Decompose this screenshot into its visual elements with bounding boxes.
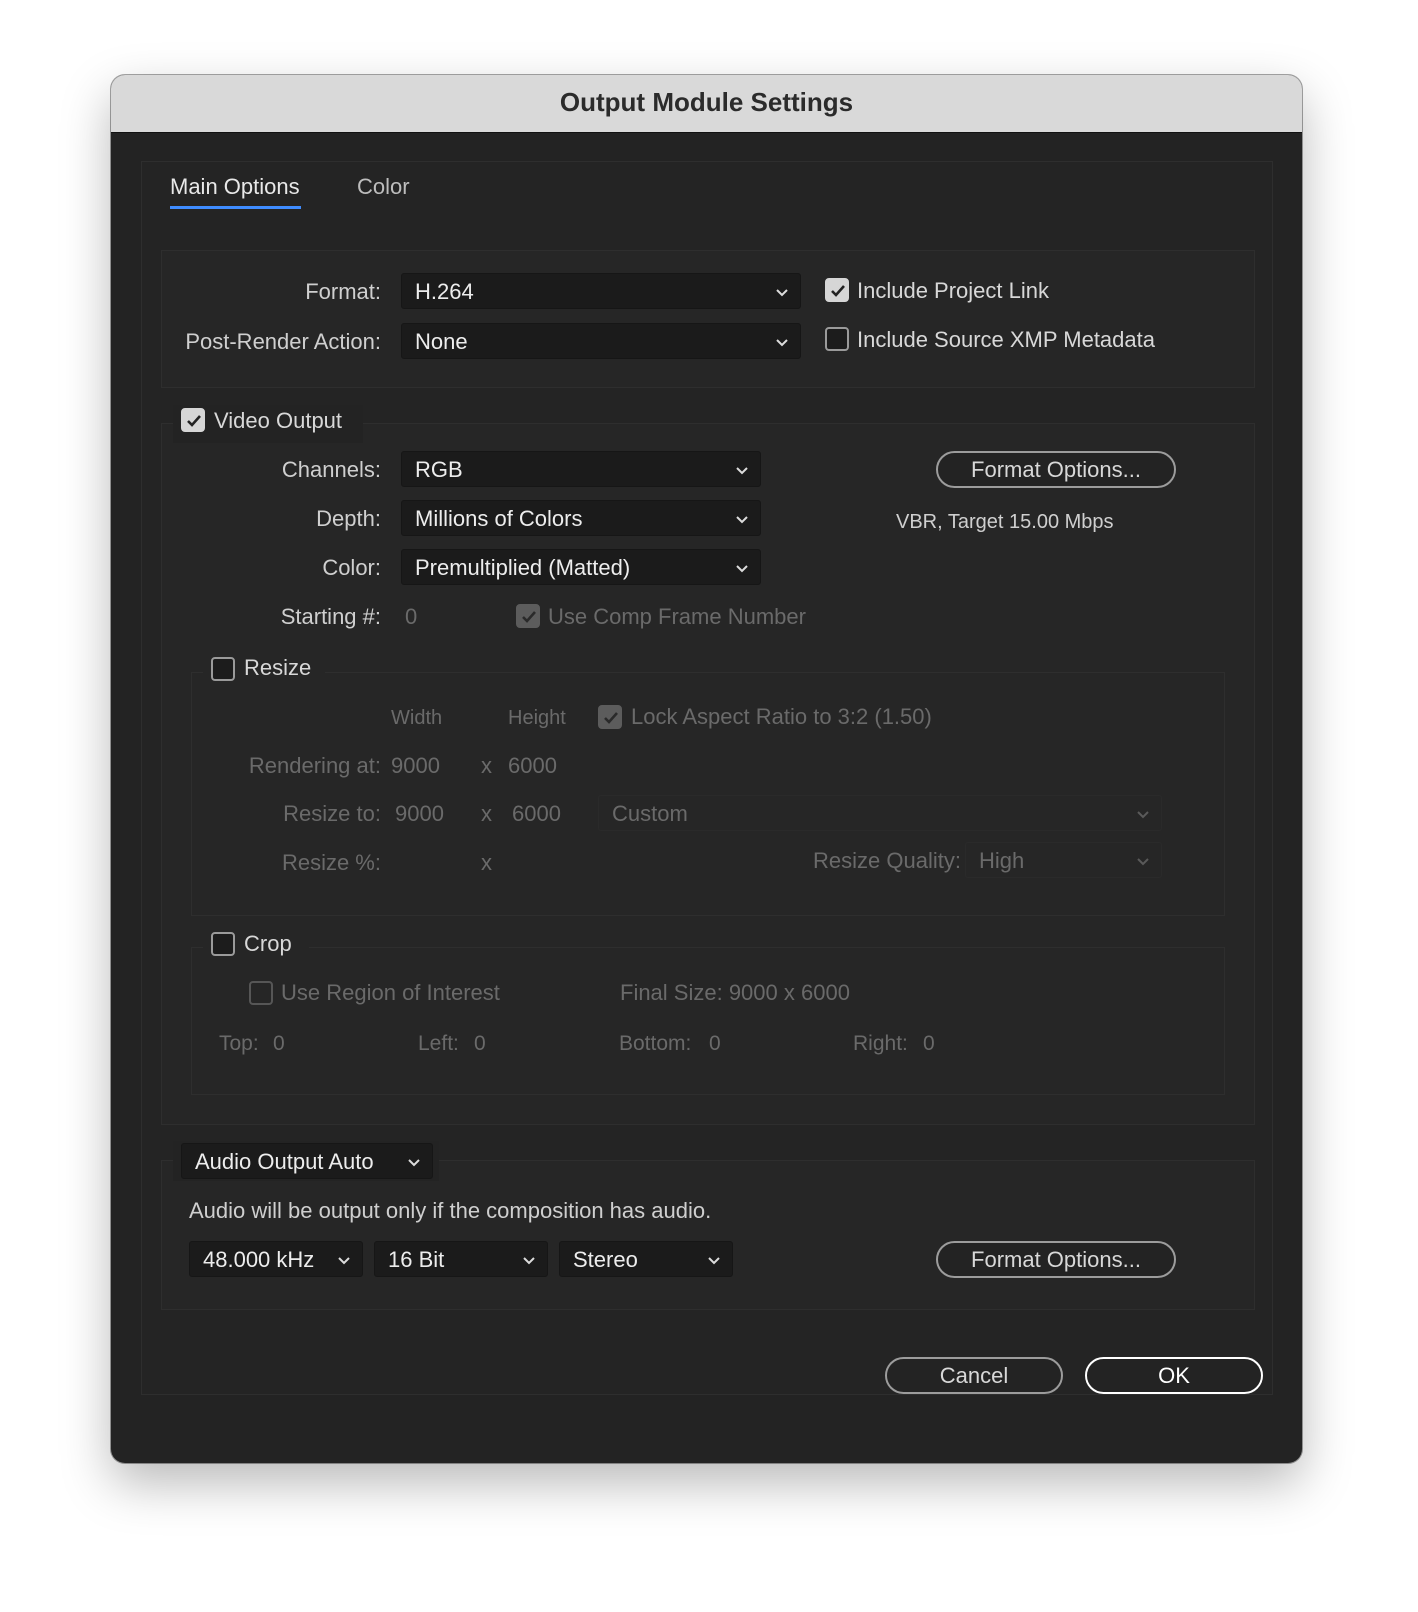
- tab-main-options[interactable]: Main Options: [170, 174, 300, 200]
- crop-right-label: Right:: [853, 1032, 908, 1055]
- output-module-settings-dialog: Output Module Settings Main Options Colo…: [111, 75, 1302, 1463]
- color-label: Color:: [322, 555, 381, 580]
- format-section: [161, 250, 1255, 388]
- tab-color[interactable]: Color: [357, 174, 410, 200]
- post-render-label: Post-Render Action:: [185, 329, 381, 354]
- resize-quality-dropdown: High: [965, 842, 1162, 878]
- use-roi-label: Use Region of Interest: [281, 980, 500, 1005]
- crop-checkbox[interactable]: [211, 932, 235, 956]
- format-label: Format:: [305, 279, 381, 304]
- channels-value: RGB: [415, 457, 463, 482]
- resize-label[interactable]: Resize: [244, 655, 311, 681]
- crop-top-value: 0: [273, 1032, 285, 1055]
- use-roi-checkbox: [249, 981, 273, 1005]
- color-value: Premultiplied (Matted): [415, 555, 631, 580]
- chevron-down-icon: [776, 339, 788, 347]
- crop-bottom-value: 0: [709, 1032, 721, 1055]
- chevron-down-icon: [1137, 811, 1149, 819]
- resize-x: x: [481, 801, 492, 826]
- audio-bit-value: 16 Bit: [388, 1247, 445, 1272]
- checkmark-icon: [604, 712, 618, 724]
- height-header: Height: [508, 707, 566, 729]
- channels-dropdown[interactable]: RGB: [401, 451, 761, 487]
- resize-quality-label: Resize Quality:: [813, 848, 961, 873]
- audio-section: [161, 1160, 1255, 1310]
- use-comp-frame-label: Use Comp Frame Number: [548, 604, 806, 629]
- audio-output-mode-dropdown[interactable]: Audio Output Auto: [181, 1143, 433, 1179]
- video-output-label[interactable]: Video Output: [214, 408, 342, 434]
- resize-height: 6000: [512, 801, 561, 826]
- final-size-text: Final Size: 9000 x 6000: [620, 980, 850, 1005]
- checkmark-icon: [522, 611, 536, 623]
- chevron-down-icon: [408, 1159, 420, 1167]
- resize-percent-label: Resize %:: [281, 850, 381, 875]
- chevron-down-icon: [523, 1257, 535, 1265]
- lock-aspect-checkbox: [598, 705, 622, 729]
- video-format-options-button[interactable]: Format Options...: [936, 451, 1176, 488]
- resize-percent-x: x: [481, 850, 492, 875]
- width-header: Width: [391, 707, 443, 729]
- cancel-button[interactable]: Cancel: [885, 1357, 1063, 1394]
- post-render-value: None: [415, 329, 468, 354]
- starting-number-label: Starting #:: [280, 604, 381, 629]
- rendering-width: 9000: [391, 753, 440, 778]
- audio-output-mode-value: Audio Output Auto: [195, 1149, 374, 1174]
- audio-channels-dropdown[interactable]: Stereo: [559, 1241, 733, 1277]
- chevron-down-icon: [736, 565, 748, 573]
- video-format-summary: VBR, Target 15.00 Mbps: [896, 511, 1114, 533]
- crop-right-value: 0: [923, 1032, 935, 1055]
- color-dropdown[interactable]: Premultiplied (Matted): [401, 549, 761, 585]
- crop-left-label: Left:: [418, 1032, 459, 1055]
- chevron-down-icon: [338, 1257, 350, 1265]
- resize-checkbox[interactable]: [211, 657, 235, 681]
- include-xmp-label[interactable]: Include Source XMP Metadata: [857, 327, 1155, 353]
- audio-channels-value: Stereo: [573, 1247, 638, 1272]
- lock-aspect-label: Lock Aspect Ratio to 3:2 (1.50): [631, 704, 932, 729]
- crop-label[interactable]: Crop: [244, 931, 292, 957]
- use-comp-frame-checkbox: [516, 604, 540, 628]
- crop-left-value: 0: [474, 1032, 486, 1055]
- resize-width: 9000: [395, 801, 444, 826]
- format-value: H.264: [415, 279, 474, 304]
- resize-preset-value: Custom: [612, 801, 688, 826]
- rendering-at-label: Rendering at:: [248, 753, 381, 778]
- audio-bit-dropdown[interactable]: 16 Bit: [374, 1241, 548, 1277]
- include-xmp-checkbox[interactable]: [825, 327, 849, 351]
- checkmark-icon: [831, 285, 845, 297]
- format-dropdown[interactable]: H.264: [401, 273, 801, 309]
- video-output-checkbox[interactable]: [181, 408, 205, 432]
- checkmark-icon: [187, 415, 201, 427]
- active-tab-indicator: [170, 206, 301, 209]
- rendering-height: 6000: [508, 753, 557, 778]
- depth-label: Depth:: [316, 506, 381, 531]
- audio-format-options-button[interactable]: Format Options...: [936, 1241, 1176, 1278]
- depth-dropdown[interactable]: Millions of Colors: [401, 500, 761, 536]
- include-project-link-checkbox[interactable]: [825, 278, 849, 302]
- chevron-down-icon: [708, 1257, 720, 1265]
- window-title: Output Module Settings: [559, 87, 854, 117]
- resize-quality-value: High: [979, 848, 1025, 873]
- resize-to-label: Resize to:: [283, 801, 381, 826]
- audio-rate-value: 48.000 kHz: [203, 1247, 315, 1272]
- rendering-x: x: [481, 753, 492, 778]
- title-bar[interactable]: Output Module Settings: [111, 75, 1302, 133]
- chevron-down-icon: [776, 289, 788, 297]
- include-project-link-label[interactable]: Include Project Link: [857, 278, 1049, 304]
- chevron-down-icon: [736, 467, 748, 475]
- chevron-down-icon: [1137, 858, 1149, 866]
- crop-section: [191, 947, 1225, 1095]
- channels-label: Channels:: [281, 457, 381, 482]
- chevron-down-icon: [736, 516, 748, 524]
- audio-rate-dropdown[interactable]: 48.000 kHz: [189, 1241, 363, 1277]
- ok-button[interactable]: OK: [1085, 1357, 1263, 1394]
- crop-bottom-label: Bottom:: [619, 1032, 692, 1055]
- starting-number-value: 0: [405, 604, 418, 629]
- resize-preset-dropdown: Custom: [598, 795, 1162, 831]
- depth-value: Millions of Colors: [415, 506, 583, 531]
- crop-top-label: Top:: [219, 1032, 259, 1055]
- post-render-dropdown[interactable]: None: [401, 323, 801, 359]
- audio-note: Audio will be output only if the composi…: [189, 1198, 712, 1223]
